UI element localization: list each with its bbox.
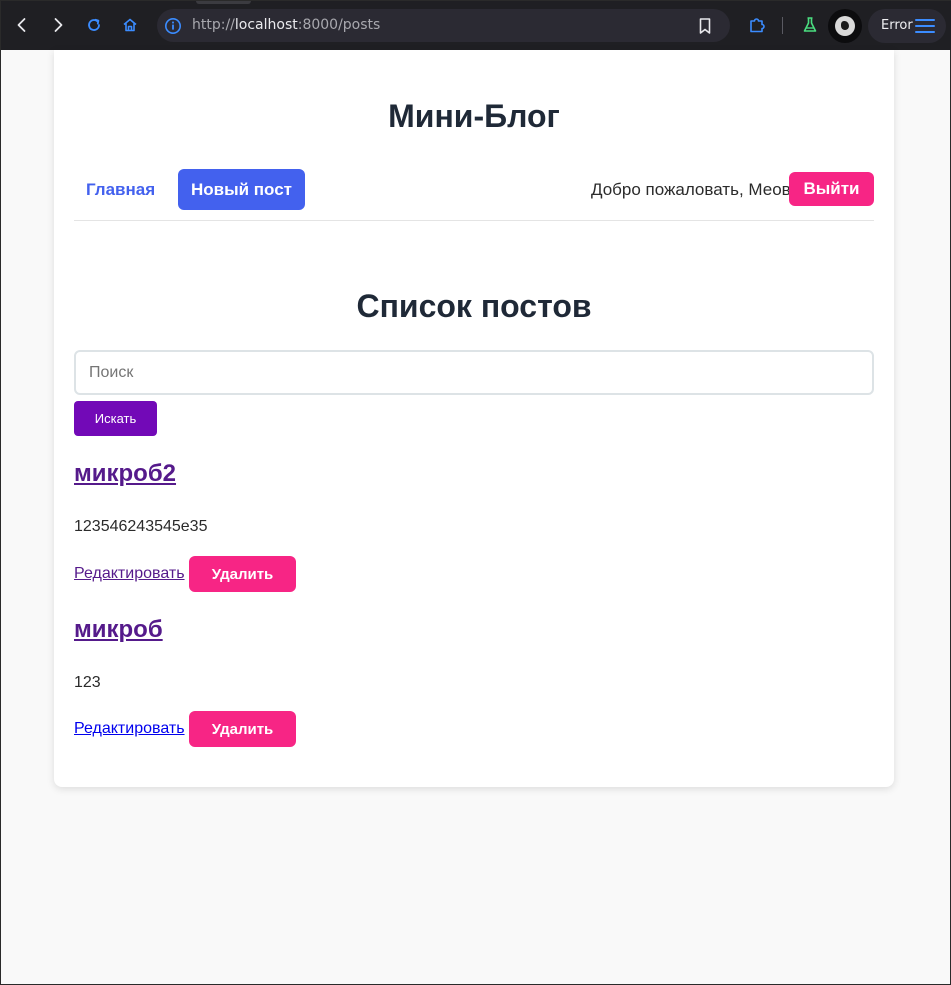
extensions-icon[interactable] — [742, 10, 772, 40]
post-title-link[interactable]: микроб — [74, 616, 163, 644]
site-title: Мини-Блог — [388, 98, 560, 134]
nav-divider — [74, 220, 874, 221]
new-post-button[interactable]: Новый пост — [178, 169, 305, 210]
avatar[interactable] — [828, 9, 862, 43]
post-title-link[interactable]: микроб2 — [74, 460, 176, 488]
search-input[interactable] — [74, 350, 874, 395]
info-icon[interactable] — [164, 17, 182, 40]
browser-toolbar: http://localhost:8000/posts Error — [1, 1, 951, 50]
status-label: Error — [881, 18, 913, 33]
menu-icon[interactable] — [915, 18, 935, 39]
avatar-image — [835, 16, 855, 36]
back-icon[interactable] — [7, 10, 37, 40]
post-body: 123 — [74, 674, 101, 691]
toolbar-separator — [782, 17, 783, 34]
edit-post-link[interactable]: Редактировать — [74, 720, 185, 738]
logout-button[interactable]: Выйти — [789, 172, 874, 206]
nav-home-link[interactable]: Главная — [86, 180, 155, 200]
page-container: Мини-Блог Главная Новый пост Добро пожал… — [54, 50, 894, 787]
address-bar[interactable]: http://localhost:8000/posts — [157, 9, 730, 42]
post-body: 123546243545e35 — [74, 518, 208, 535]
search-button[interactable]: Искать — [74, 401, 157, 436]
delete-post-button[interactable]: Удалить — [189, 711, 296, 747]
account-status-button[interactable]: Error — [868, 9, 946, 43]
bookmark-icon[interactable] — [697, 17, 713, 40]
lab-flask-icon[interactable] — [795, 10, 825, 40]
welcome-text: Добро пожаловать, Меов — [591, 180, 791, 199]
page-title: Список постов — [356, 288, 592, 324]
delete-post-button[interactable]: Удалить — [189, 556, 296, 592]
home-icon[interactable] — [115, 10, 145, 40]
tab-strip-edge — [196, 1, 251, 4]
forward-icon[interactable] — [43, 10, 73, 40]
url-text: http://localhost:8000/posts — [192, 17, 381, 33]
edit-post-link[interactable]: Редактировать — [74, 565, 185, 583]
reload-icon[interactable] — [79, 10, 109, 40]
